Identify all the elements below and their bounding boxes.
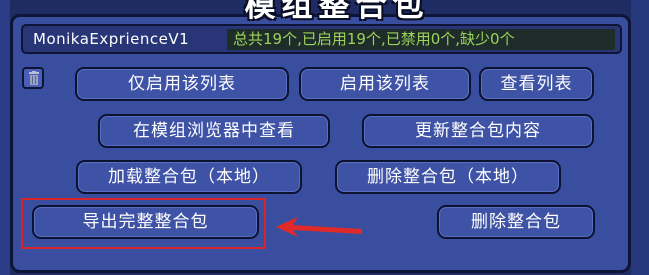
- view-list-button[interactable]: 查看列表: [479, 67, 594, 101]
- trash-icon: [29, 71, 39, 85]
- delete-modpack-button[interactable]: 删除整合包: [437, 205, 595, 239]
- load-modpack-local-button[interactable]: 加载整合包（本地）: [76, 160, 302, 194]
- background-left-strip: [0, 0, 10, 275]
- delete-modpack-local-button[interactable]: 删除整合包（本地）: [335, 160, 561, 194]
- modpack-stats: 总共19个,已启用19个,已禁用0个,缺少0个: [227, 29, 615, 50]
- delete-modpack-icon-button[interactable]: [22, 67, 44, 89]
- window-title: 模组整合包: [244, 0, 430, 24]
- enable-list-button[interactable]: 启用该列表: [299, 67, 471, 101]
- modpack-name: MonikaExprienceV1: [33, 30, 190, 48]
- view-in-mod-browser-button[interactable]: 在模组浏览器中查看: [98, 114, 330, 148]
- arrow-left-icon: [276, 217, 362, 237]
- enable-only-list-button[interactable]: 仅启用该列表: [75, 67, 289, 101]
- modpack-header: MonikaExprienceV1 总共19个,已启用19个,已禁用0个,缺少0…: [21, 24, 622, 54]
- update-modpack-button[interactable]: 更新整合包内容: [362, 114, 594, 148]
- highlight-box: [21, 198, 266, 249]
- background-right-strip: [631, 0, 649, 275]
